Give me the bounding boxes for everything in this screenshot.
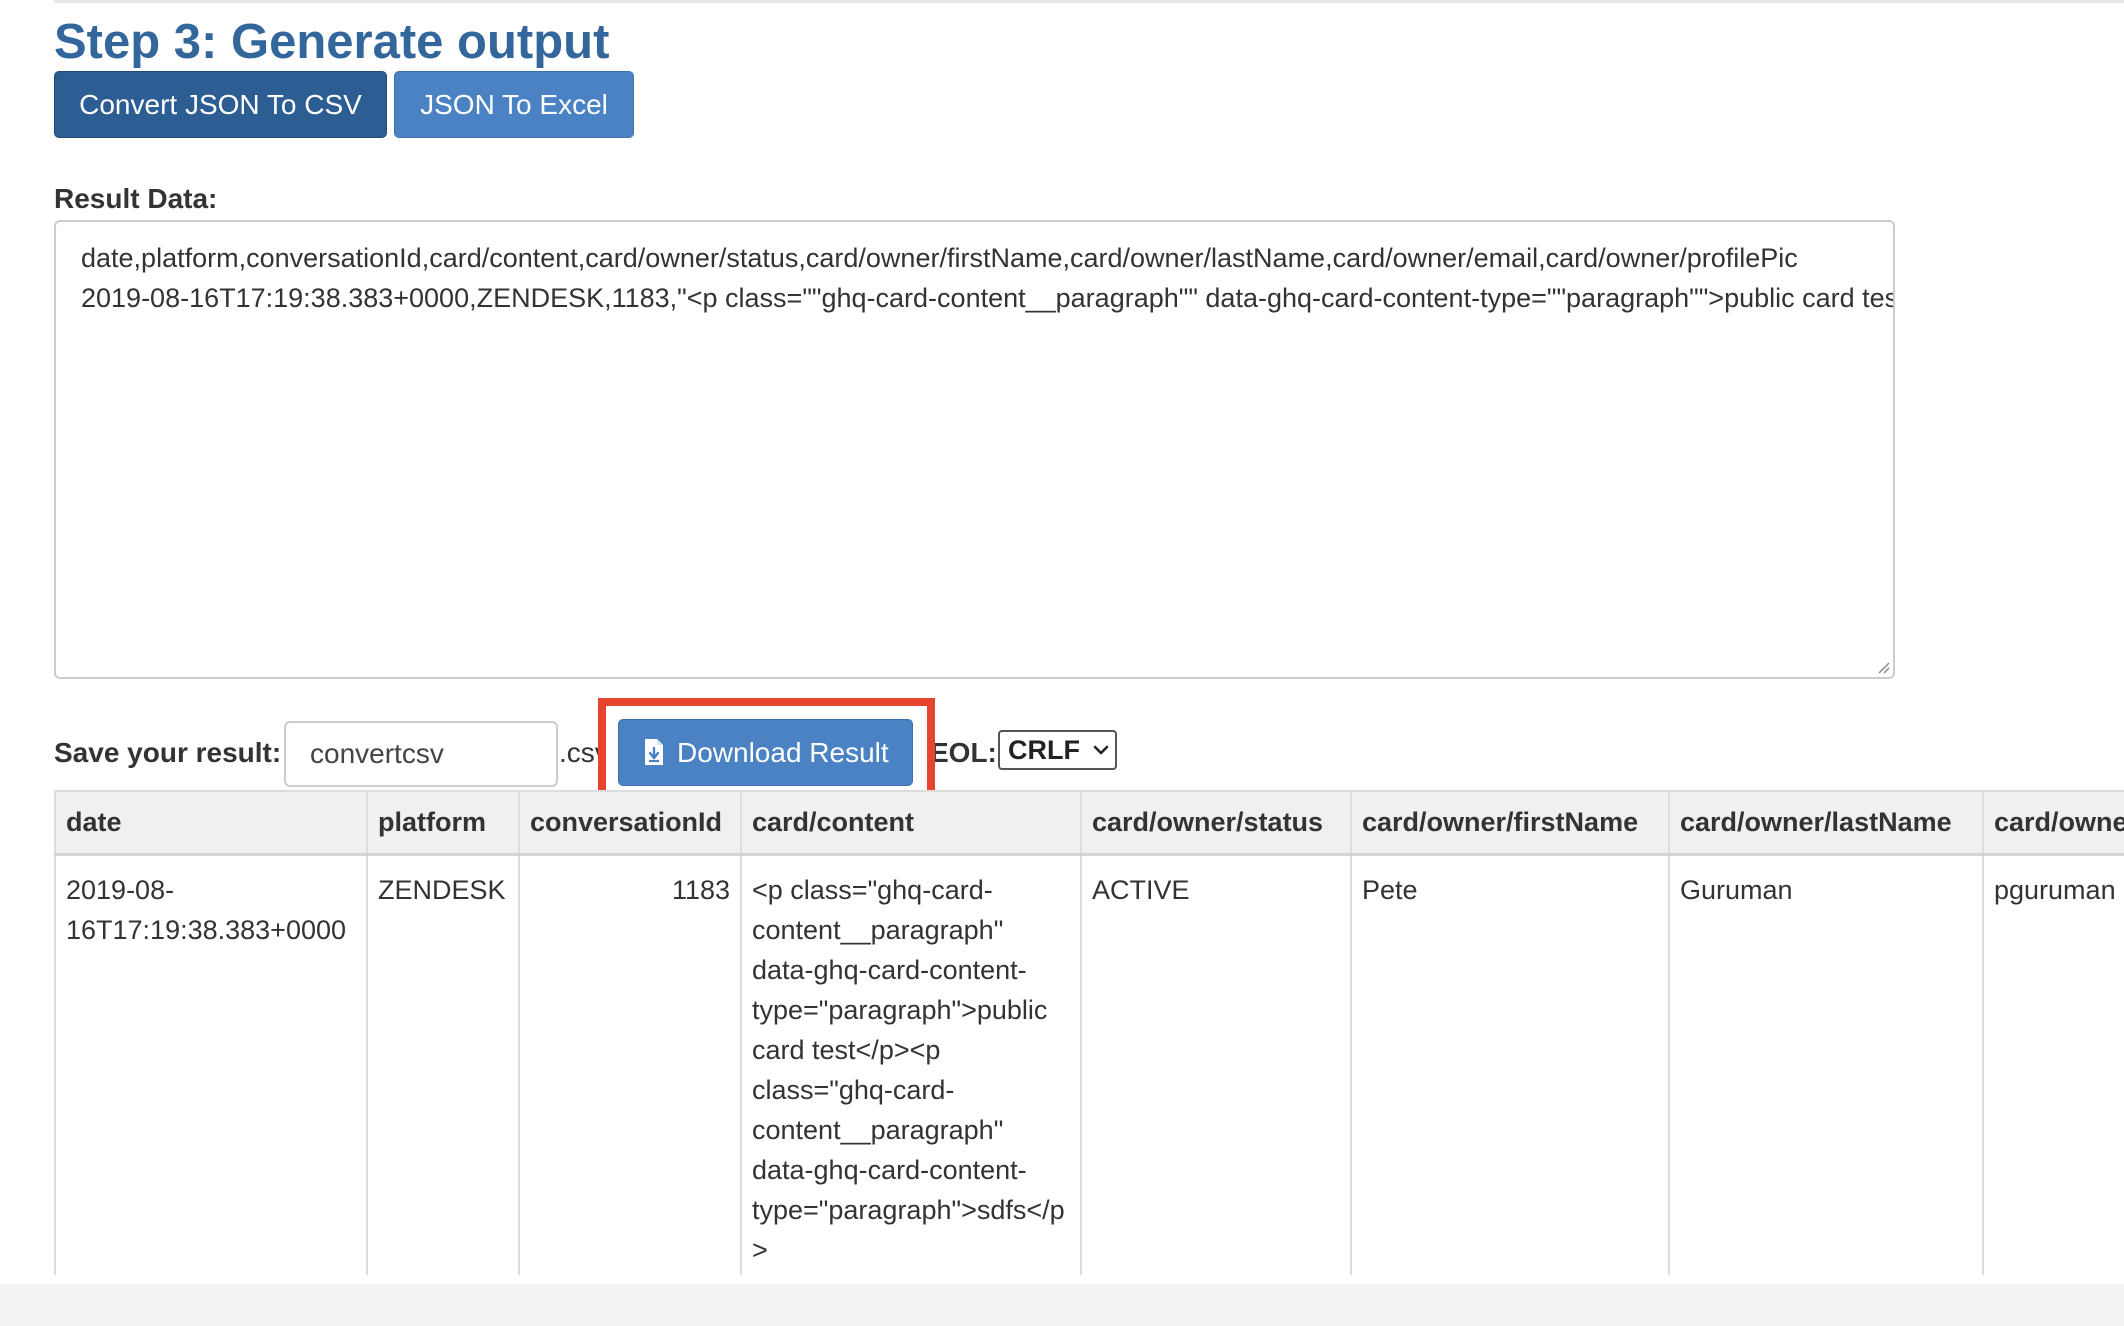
cell-owner-last-name: Guruman xyxy=(1668,853,1984,1275)
result-line-row: 2019-08-16T17:19:38.383+0000,ZENDESK,118… xyxy=(81,283,1895,313)
column-header-owner-last-name: card/owner/lastName xyxy=(1668,790,1984,856)
cell-owner-email: pguruman xyxy=(1982,853,2124,1275)
top-divider xyxy=(54,0,2124,3)
cell-conversation-id: 1183 xyxy=(518,853,742,1275)
column-header-owner-email: card/owner/email xyxy=(1982,790,2124,856)
result-preview-table-container[interactable]: date platform conversationId card/conten… xyxy=(54,790,2124,1275)
column-header-date: date xyxy=(54,790,368,856)
column-header-owner-status: card/owner/status xyxy=(1080,790,1352,856)
convert-json-to-csv-button[interactable]: Convert JSON To CSV xyxy=(54,71,387,138)
filename-input[interactable] xyxy=(284,721,558,787)
column-header-conversation-id: conversationId xyxy=(518,790,742,856)
file-download-icon xyxy=(645,739,663,765)
eol-label: EOL: xyxy=(930,737,997,768)
cell-owner-first-name: Pete xyxy=(1350,853,1670,1275)
table-header-row: date platform conversationId card/conten… xyxy=(54,790,2124,856)
result-data-textarea[interactable]: date,platform,conversationId,card/conten… xyxy=(54,220,1895,679)
column-header-card-content: card/content xyxy=(740,790,1082,856)
save-result-row: Save your result: .csv EOL: Download Res… xyxy=(54,698,1154,808)
result-preview-table: date platform conversationId card/conten… xyxy=(54,790,2124,1275)
save-result-label: Save your result: xyxy=(54,737,282,768)
column-header-platform: platform xyxy=(366,790,520,856)
json-to-excel-button[interactable]: JSON To Excel xyxy=(394,71,634,138)
cell-card-content: <p class="ghq-card-content__paragraph" d… xyxy=(740,853,1082,1275)
column-header-owner-first-name: card/owner/firstName xyxy=(1350,790,1670,856)
eol-select[interactable]: CRLF xyxy=(998,730,1117,770)
cell-owner-status: ACTIVE xyxy=(1080,853,1352,1275)
resize-handle-icon[interactable] xyxy=(1876,660,1890,674)
footer-bar xyxy=(0,1284,2124,1326)
eol-selected-value: CRLF xyxy=(1008,735,1080,765)
chevron-down-icon xyxy=(1093,745,1109,755)
table-row: 2019-08-16T17:19:38.383+0000 ZENDESK 118… xyxy=(54,853,2124,1275)
cell-platform: ZENDESK xyxy=(366,853,520,1275)
download-result-label: Download Result xyxy=(677,737,889,768)
download-result-button[interactable]: Download Result xyxy=(618,719,913,786)
cell-date: 2019-08-16T17:19:38.383+0000 xyxy=(54,853,368,1275)
result-data-label: Result Data: xyxy=(54,183,218,214)
step-title: Step 3: Generate output xyxy=(54,15,610,69)
result-line-header: date,platform,conversationId,card/conten… xyxy=(81,243,1798,273)
